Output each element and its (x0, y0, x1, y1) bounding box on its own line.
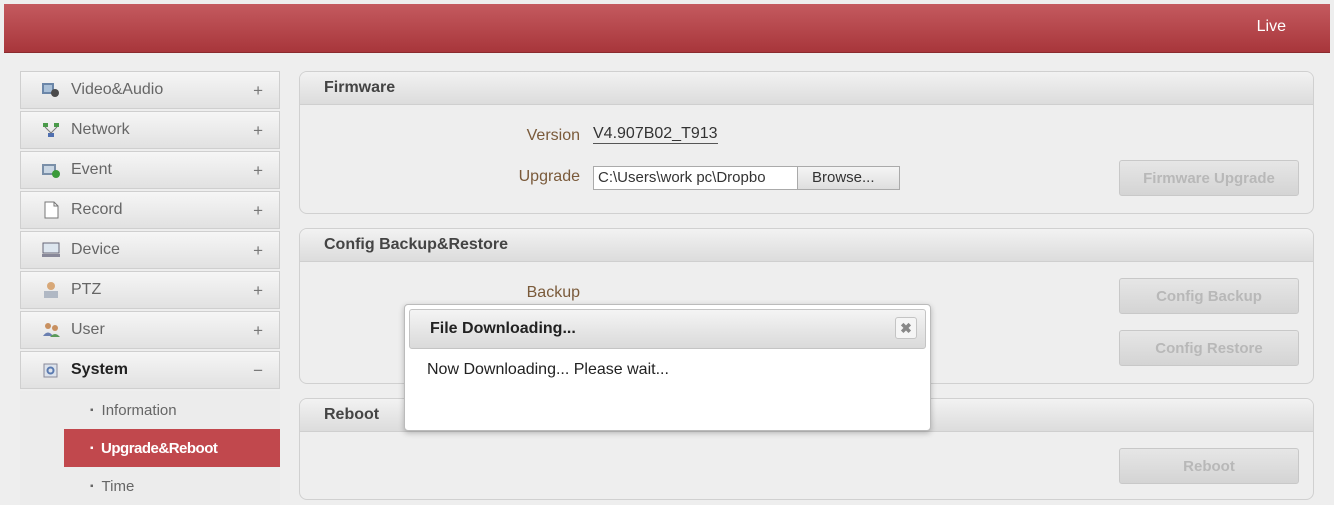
sidebar: Video&Audio + Network + Event + Record +… (20, 71, 280, 505)
upgrade-label: Upgrade (518, 168, 580, 185)
bullet-icon: ▪ (90, 404, 94, 416)
expand-icon[interactable]: + (253, 321, 263, 341)
system-icon (41, 360, 61, 380)
expand-icon[interactable]: + (253, 81, 263, 101)
sidebar-item-record[interactable]: Record + (20, 191, 280, 229)
sidebar-item-label: System (71, 361, 128, 378)
sidebar-item-label: Event (71, 161, 112, 178)
expand-icon[interactable]: + (253, 281, 263, 301)
config-restore-button[interactable]: Config Restore (1119, 330, 1299, 366)
version-label: Version (526, 127, 580, 144)
sidebar-subitem-upgrade-reboot[interactable]: ▪ Upgrade&Reboot (64, 429, 280, 467)
sidebar-item-system[interactable]: System − (20, 351, 280, 389)
collapse-icon[interactable]: − (253, 361, 263, 381)
version-value: V4.907B02_T913 (593, 125, 718, 144)
live-link[interactable]: Live (1257, 18, 1286, 36)
firmware-panel-title: Firmware (300, 72, 1313, 105)
video-audio-icon (41, 80, 61, 100)
file-path-field[interactable]: C:\Users\work pc\Dropbo (594, 167, 798, 189)
sidebar-subitem-label: Time (101, 477, 135, 495)
browse-button[interactable]: Browse... (798, 167, 899, 189)
sidebar-subitem-time[interactable]: ▪ Time (64, 467, 280, 505)
expand-icon[interactable]: + (253, 201, 263, 221)
sidebar-item-label: User (71, 321, 105, 338)
sidebar-item-user[interactable]: User + (20, 311, 280, 349)
dialog-header: File Downloading... ✖ (409, 309, 926, 349)
config-backup-button[interactable]: Config Backup (1119, 278, 1299, 314)
dialog-title: File Downloading... (430, 320, 576, 337)
ptz-icon (41, 280, 61, 300)
sidebar-item-label: Video&Audio (71, 81, 164, 98)
firmware-file-input[interactable]: C:\Users\work pc\Dropbo Browse... (593, 166, 900, 190)
config-panel-title: Config Backup&Restore (300, 229, 1313, 262)
network-icon (41, 120, 61, 140)
sidebar-subitem-label: Information (101, 401, 177, 419)
reboot-button[interactable]: Reboot (1119, 448, 1299, 484)
sidebar-item-network[interactable]: Network + (20, 111, 280, 149)
event-icon (41, 160, 61, 180)
system-submenu: ▪ Information ▪ Upgrade&Reboot ▪ Time (20, 391, 280, 505)
backup-label: Backup (526, 284, 580, 301)
bullet-icon: ▪ (90, 442, 94, 454)
bullet-icon: ▪ (90, 480, 94, 492)
user-icon (41, 320, 61, 340)
close-icon[interactable]: ✖ (895, 317, 917, 339)
top-bar: Live (4, 4, 1330, 53)
sidebar-item-label: Record (71, 201, 123, 218)
sidebar-item-device[interactable]: Device + (20, 231, 280, 269)
expand-icon[interactable]: + (253, 161, 263, 181)
expand-icon[interactable]: + (253, 241, 263, 261)
sidebar-item-label: Device (71, 241, 120, 258)
sidebar-item-label: PTZ (71, 281, 102, 298)
sidebar-item-video-audio[interactable]: Video&Audio + (20, 71, 280, 109)
sidebar-item-event[interactable]: Event + (20, 151, 280, 189)
expand-icon[interactable]: + (253, 121, 263, 141)
sidebar-subitem-information[interactable]: ▪ Information (64, 391, 280, 429)
sidebar-item-ptz[interactable]: PTZ + (20, 271, 280, 309)
device-icon (41, 240, 61, 260)
firmware-panel: Firmware Version V4.907B02_T913 Upgrade … (299, 71, 1314, 214)
firmware-upgrade-button[interactable]: Firmware Upgrade (1119, 160, 1299, 196)
file-downloading-dialog: File Downloading... ✖ Now Downloading...… (404, 304, 931, 431)
dialog-message: Now Downloading... Please wait... (427, 361, 669, 378)
record-icon (41, 200, 61, 220)
sidebar-subitem-label: Upgrade&Reboot (101, 439, 218, 457)
sidebar-item-label: Network (71, 121, 130, 138)
